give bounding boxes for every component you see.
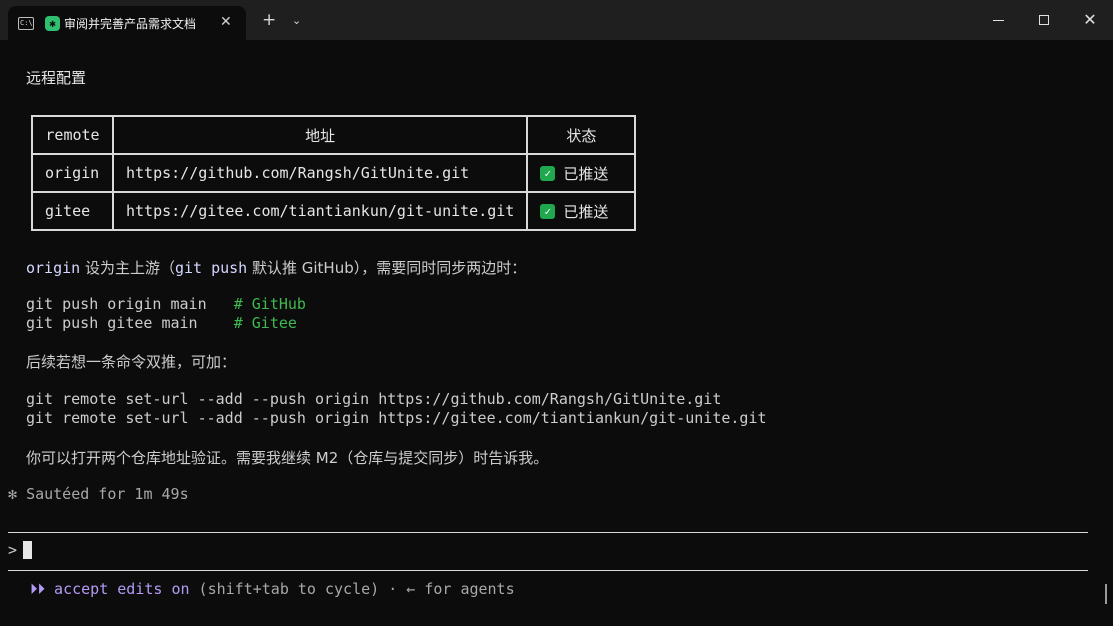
terminal-output: 远程配置 remote 地址 状态 origin https://github.…	[0, 40, 1113, 626]
table-row: gitee https://gitee.com/tiantiankun/git-…	[31, 191, 637, 231]
remote-url: https://github.com/Rangsh/GitUnite.git	[111, 153, 529, 193]
code-comment: # Gitee	[233, 314, 297, 332]
new-tab-button[interactable]: +	[262, 11, 276, 29]
code-command: git push gitee main	[26, 314, 234, 332]
sparkle-icon: ✻	[8, 485, 18, 503]
title-bar: C:\ ✱ 审阅并完善产品需求文档 ✕ + ⌄ ✕	[0, 0, 1113, 40]
minimize-button[interactable]	[975, 0, 1021, 40]
remote-name: origin	[31, 153, 114, 193]
maximize-icon	[1039, 15, 1049, 25]
accept-edits-label: accept edits on	[54, 580, 190, 598]
section-heading: 远程配置	[26, 69, 87, 87]
scrollbar-thumb[interactable]	[1105, 584, 1107, 604]
git-push-keyword: git push	[174, 259, 248, 277]
table-row: origin https://github.com/Rangsh/GitUnit…	[31, 153, 637, 193]
code-line: git remote set-url --add --push origin h…	[26, 390, 722, 408]
remote-url: https://gitee.com/tiantiankun/git-unite.…	[111, 191, 529, 231]
remotes-table: remote 地址 状态 origin https://github.com/R…	[31, 115, 637, 231]
divider	[8, 532, 1088, 533]
closing-text: 你可以打开两个仓库地址验证。需要我继续 M2（仓库与提交同步）时告诉我。	[26, 449, 549, 467]
divider	[8, 570, 1088, 571]
mode-hint: (shift+tab to cycle) · ← for agents	[189, 580, 515, 598]
followup-text: 后续若想一条命令双推，可加：	[26, 353, 237, 371]
code-comment: # GitHub	[233, 295, 306, 313]
code-line: git push origin main # GitHub	[26, 295, 306, 313]
note-text: 默认推 GitHub），需要同时同步两边时：	[247, 259, 527, 277]
remote-name: gitee	[31, 191, 114, 231]
origin-keyword: origin	[26, 259, 81, 277]
table-header-row: remote 地址 状态	[31, 115, 637, 155]
code-command: git push origin main	[26, 295, 234, 313]
column-header-remote: remote	[31, 115, 114, 155]
checkmark-icon: ✓	[540, 203, 556, 219]
checkmark-icon: ✓	[540, 165, 556, 181]
text-cursor	[23, 541, 33, 559]
note-text: 设为主上游（	[80, 259, 175, 277]
app-icon: ✱	[45, 16, 60, 31]
play-arrows-icon: ⏵⏵	[30, 580, 46, 598]
mode-footer[interactable]: ⏵⏵ accept edits on (shift+tab to cycle) …	[30, 580, 515, 598]
code-line: git remote set-url --add --push origin h…	[26, 409, 767, 427]
chevron-down-icon[interactable]: ⌄	[292, 14, 301, 27]
tab-title: 审阅并完善产品需求文档	[64, 17, 197, 31]
status-cell: ✓ 已推送	[526, 153, 637, 193]
prompt-symbol: >	[8, 541, 18, 559]
maximize-button[interactable]	[1021, 0, 1067, 40]
status-text: 已推送	[563, 164, 609, 183]
status-text: 已推送	[563, 202, 609, 221]
status-cell: ✓ 已推送	[526, 191, 637, 231]
tab-active[interactable]: C:\ ✱ 审阅并完善产品需求文档 ✕	[8, 6, 246, 40]
minimize-icon	[992, 19, 1004, 21]
status-line: ✻ Sautéed for 1m 49s	[8, 485, 189, 503]
column-header-status: 状态	[526, 115, 637, 155]
upstream-note: origin 设为主上游（git push 默认推 GitHub），需要同时同步…	[26, 257, 526, 278]
prompt-input[interactable]: >	[8, 541, 33, 559]
close-button[interactable]: ✕	[1067, 0, 1113, 40]
tab-close-icon[interactable]: ✕	[220, 14, 232, 30]
column-header-url: 地址	[111, 115, 529, 155]
terminal-icon: C:\	[18, 17, 34, 30]
code-line: git push gitee main # Gitee	[26, 314, 297, 332]
status-text: Sautéed for 1m 49s	[26, 485, 189, 503]
